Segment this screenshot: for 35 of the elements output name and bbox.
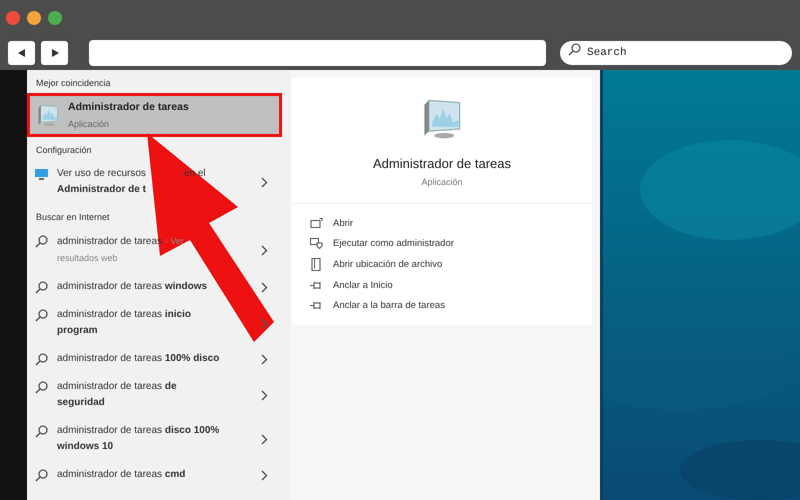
section-heading: Configuración [35, 144, 93, 157]
result-hint: - Ver [164, 236, 184, 246]
action-item[interactable]: Abrir [310, 218, 592, 229]
result-text: windows 10 [57, 441, 114, 452]
web-result[interactable]: administrador de tareas de seguridad [27, 373, 290, 417]
section-heading: Mejor coincidencia [35, 77, 112, 90]
result-text: Ver uso de recursos [57, 168, 146, 179]
app-subtitle: Aplicación [421, 177, 463, 187]
action-item[interactable]: Anclar a Inicio [310, 280, 592, 291]
result-text: administrador de tareas de [57, 381, 177, 392]
result-title: Administrador de tareas [68, 101, 189, 113]
result-text: resultados web [57, 253, 118, 263]
search-field[interactable]: Search [560, 41, 792, 65]
web-result[interactable]: administrador de tareas windows [27, 273, 290, 301]
result-text: Administrador de t [57, 184, 146, 195]
settings-item[interactable]: Ver uso de recursos en el Administrador de t [27, 160, 290, 204]
action-item[interactable]: Ejecutar como administrador [310, 238, 592, 249]
result-text: en el [184, 168, 206, 179]
result-text: administrador de tareas cmd [57, 469, 186, 480]
app-title: Administrador de tareas [372, 156, 511, 171]
result-text: administrador de tareas 100% disco [57, 353, 220, 364]
section-heading: Buscar en Internet [35, 211, 111, 224]
best-match-item[interactable]: Administrador de tareas Aplicación [27, 93, 282, 137]
result-text: administrador de tareas disco 100% [57, 425, 220, 436]
action-item[interactable]: Anclar a la barra de tareas [310, 300, 592, 311]
result-subtitle: Aplicación [68, 119, 110, 129]
result-text: administrador de tareas inicio [57, 309, 191, 320]
web-result[interactable]: administrador de tareas cmd [27, 461, 290, 489]
web-result[interactable]: administrador de tareas 100% disco [27, 345, 290, 373]
result-text: program [57, 325, 98, 336]
action-item[interactable]: Abrir ubicación de archivo [310, 258, 592, 271]
web-result[interactable]: administrador de tareas inicio program [27, 301, 290, 345]
result-text: administrador de tareas windows [57, 281, 208, 292]
web-result[interactable]: administrador de tareas disco 100% windows 10 [27, 417, 290, 461]
result-text: seguridad [57, 397, 105, 408]
